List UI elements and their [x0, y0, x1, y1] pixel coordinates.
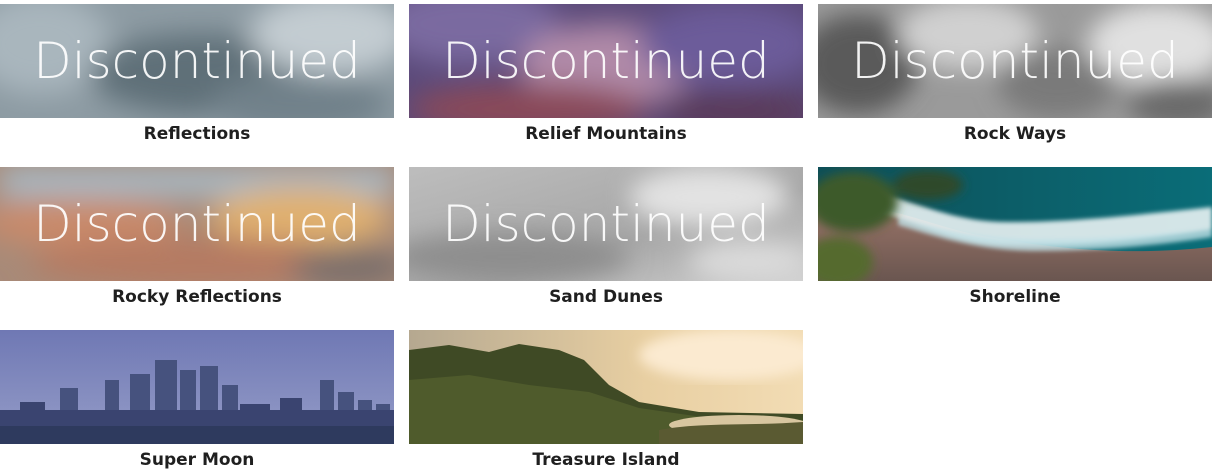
thumbnail-image[interactable]: Discontinued [409, 167, 803, 281]
thumbnail-image[interactable]: Discontinued [409, 4, 803, 118]
thumbnail-image[interactable]: Discontinued [0, 4, 394, 118]
tile-caption: Reflections [143, 124, 251, 144]
wallpaper-tile-reflections[interactable]: Discontinued Reflections [0, 4, 394, 144]
discontinued-overlay: Discontinued [851, 32, 1179, 90]
wallpaper-tile-sand-dunes[interactable]: Discontinued Sand Dunes [409, 167, 803, 307]
thumbnail-image[interactable] [409, 330, 803, 444]
thumbnail-image[interactable] [818, 167, 1212, 281]
tile-caption: Shoreline [969, 287, 1061, 307]
tile-caption: Treasure Island [532, 450, 680, 470]
shoreline-photo [818, 167, 1212, 281]
wallpaper-tile-super-moon[interactable]: Super Moon [0, 330, 394, 470]
city-skyline-photo [0, 330, 394, 444]
discontinued-overlay: Discontinued [33, 195, 361, 253]
wallpaper-tile-relief-mountains[interactable]: Discontinued Relief Mountains [409, 4, 803, 144]
island-photo [409, 330, 803, 444]
discontinued-overlay: Discontinued [442, 195, 770, 253]
wallpaper-tile-rock-ways[interactable]: Discontinued Rock Ways [818, 4, 1212, 144]
tile-caption: Rock Ways [963, 124, 1067, 144]
thumbnail-image[interactable] [0, 330, 394, 444]
wallpaper-tile-rocky-reflections[interactable]: Discontinued Rocky Reflections [0, 167, 394, 307]
discontinued-overlay: Discontinued [33, 32, 361, 90]
tile-caption: Rocky Reflections [112, 287, 282, 307]
thumbnail-image[interactable]: Discontinued [0, 167, 394, 281]
wallpaper-tile-treasure-island[interactable]: Treasure Island [409, 330, 803, 470]
discontinued-overlay: Discontinued [442, 32, 770, 90]
wallpaper-tile-shoreline[interactable]: Shoreline [818, 167, 1212, 307]
tile-caption: Super Moon [139, 450, 255, 470]
tile-caption: Relief Mountains [525, 124, 687, 144]
thumbnail-image[interactable]: Discontinued [818, 4, 1212, 118]
tile-caption: Sand Dunes [549, 287, 663, 307]
